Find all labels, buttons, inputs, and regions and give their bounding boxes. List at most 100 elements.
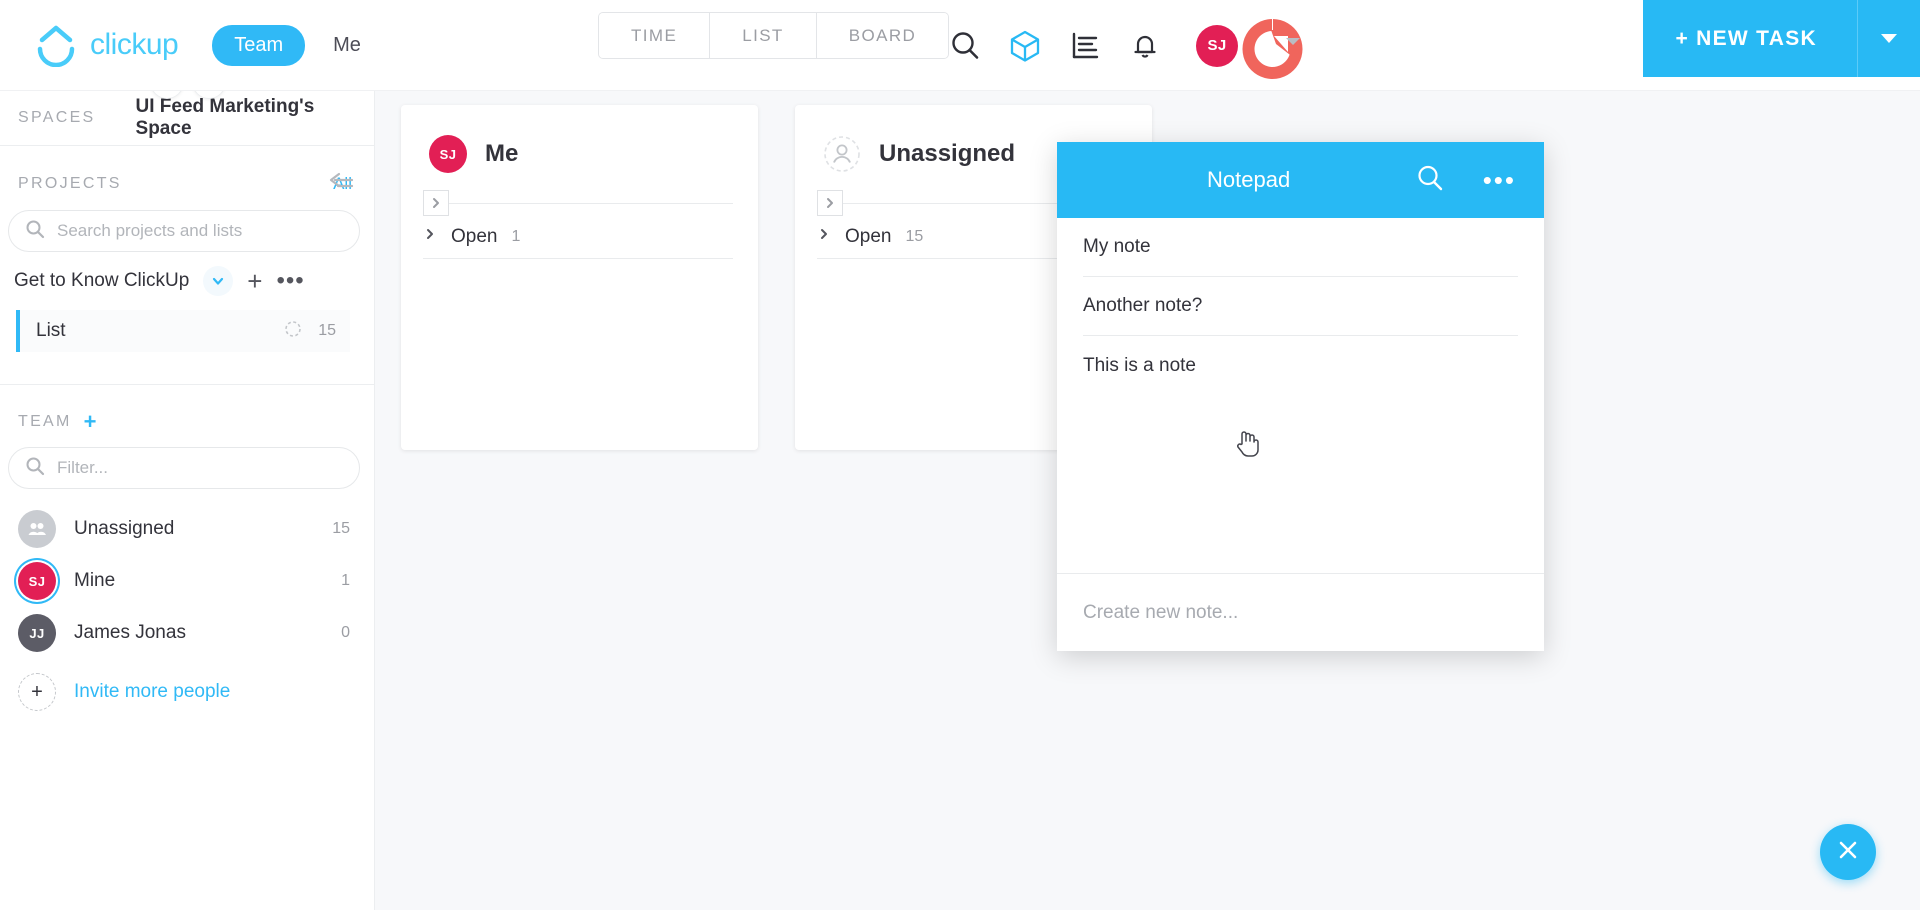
column-collapse-button[interactable] [817, 190, 843, 216]
notepad-header: Notepad ••• [1057, 142, 1544, 218]
group-name: Open [845, 225, 892, 247]
avatar: SJ [18, 562, 56, 600]
list-item[interactable]: Unassigned 15 [0, 503, 374, 555]
clickup-logo-icon [34, 23, 78, 68]
list-task-count: 15 [318, 322, 336, 339]
coral-brand-icon [1238, 14, 1308, 84]
team-filter-box[interactable] [8, 447, 360, 489]
member-name: Mine [74, 570, 116, 591]
notepad-note-list: My note Another note? This is a note [1057, 218, 1544, 573]
list-item[interactable]: My note [1083, 218, 1518, 277]
search-projects-input[interactable] [57, 221, 343, 241]
tab-list[interactable]: LIST [710, 13, 817, 58]
projects-header: PROJECTS All [0, 146, 374, 204]
list-item[interactable]: Another note? [1083, 277, 1518, 336]
chevron-down-icon[interactable] [1286, 38, 1300, 45]
new-task-button[interactable]: + NEW TASK [1643, 0, 1858, 77]
member-task-count: 0 [341, 624, 350, 641]
member-identity: SJ Mine [18, 562, 115, 600]
list-row-meta: 15 [284, 320, 336, 343]
column-divider [423, 203, 733, 204]
member-identity: Unassigned [18, 510, 174, 548]
column-title: Unassigned [879, 140, 1016, 167]
group-count: 15 [905, 227, 924, 245]
column-header: SJ Me [401, 105, 758, 173]
team-member-list: Unassigned 15 SJ Mine 1 JJ James Jonas 0 [0, 503, 374, 725]
top-icon-group [935, 0, 1235, 91]
bell-icon[interactable] [1115, 16, 1175, 76]
status-ring-icon [284, 320, 302, 343]
member-name: Unassigned [74, 518, 175, 539]
toggle-me[interactable]: Me [311, 25, 383, 66]
group-count: 1 [511, 227, 521, 245]
notepad-panel: Notepad ••• My note Another note? This i… [1057, 142, 1544, 651]
project-row-get-to-know-clickup[interactable]: Get to Know ClickUp + ••• [0, 252, 374, 304]
list-item[interactable]: SJ Mine 1 [0, 555, 374, 607]
group-icon [18, 510, 56, 548]
avatar: SJ [429, 135, 467, 173]
projects-label: PROJECTS [18, 175, 122, 192]
member-identity: JJ James Jonas [18, 614, 186, 652]
search-projects-box[interactable] [8, 210, 360, 252]
team-header: TEAM + [0, 385, 374, 433]
spaces-label: SPACES [18, 109, 96, 126]
create-note-input[interactable] [1083, 601, 1518, 624]
group-name: Open [451, 225, 498, 247]
view-tabs: TIME LIST BOARD [598, 12, 950, 59]
tab-time[interactable]: TIME [599, 13, 711, 58]
new-task-dropdown-button[interactable] [1858, 0, 1920, 77]
list-item[interactable]: This is a note [1083, 336, 1518, 395]
search-icon[interactable] [935, 16, 995, 76]
avatar[interactable]: SJ [1196, 24, 1238, 67]
current-space-name[interactable]: UI Feed Marketing's Space [136, 96, 356, 140]
add-team-member-icon[interactable]: + [84, 411, 97, 433]
tab-board[interactable]: BOARD [816, 13, 949, 58]
new-task-group: + NEW TASK [1643, 0, 1920, 77]
team-me-toggle: Team Me [212, 24, 383, 66]
notepad-title: Notepad [1207, 167, 1291, 192]
user-menu[interactable]: SJ [1196, 0, 1303, 91]
task-group-open[interactable]: Open 1 [423, 215, 733, 259]
list-item[interactable]: JJ James Jonas 0 [0, 607, 374, 659]
project-name: Get to Know ClickUp [14, 270, 190, 291]
search-icon [25, 219, 45, 244]
invite-label: Invite more people [74, 681, 231, 702]
search-icon [25, 456, 45, 481]
member-task-count: 1 [341, 572, 350, 589]
chevron-right-icon [423, 227, 437, 246]
app-root: clickup Team Me TIME LIST BOARD SJ + NEW… [0, 0, 1920, 910]
chevron-right-icon [817, 227, 831, 246]
sidebar: ★ ⚡ SPACES UI Feed Marketing's Space PRO… [0, 65, 375, 910]
close-notepad-fab[interactable] [1820, 824, 1876, 880]
top-navigation-bar: clickup Team Me TIME LIST BOARD SJ + NEW… [0, 0, 1920, 91]
invite-more-people-button[interactable]: + Invite more people [0, 659, 374, 725]
column-collapse-button[interactable] [423, 190, 449, 216]
list-name: List [36, 320, 66, 341]
project-more-icon[interactable]: ••• [276, 269, 304, 293]
spaces-header: SPACES UI Feed Marketing's Space [0, 91, 374, 146]
more-horizontal-icon[interactable]: ••• [1483, 167, 1516, 193]
notepad-header-actions: ••• [1415, 163, 1516, 198]
add-project-icon[interactable]: + [247, 268, 262, 294]
bar-chart-icon[interactable] [1055, 16, 1115, 76]
board-column-me: SJ Me Open 1 [401, 105, 758, 450]
clickup-logo-text: clickup [90, 28, 179, 61]
collapse-sidebar-icon[interactable] [326, 171, 356, 198]
chevron-down-icon [1881, 34, 1897, 43]
chevron-down-icon[interactable] [203, 266, 234, 296]
close-icon [1836, 838, 1860, 867]
column-title: Me [485, 140, 519, 167]
cube-icon[interactable] [995, 16, 1055, 76]
avatar: JJ [18, 614, 56, 652]
team-filter-input[interactable] [57, 458, 343, 478]
plus-icon: + [18, 673, 56, 711]
team-label: TEAM [18, 413, 72, 430]
sidebar-item-list[interactable]: List 15 [16, 310, 350, 352]
member-name: James Jonas [74, 622, 186, 643]
clickup-logo[interactable]: clickup [34, 23, 179, 68]
member-task-count: 15 [332, 520, 350, 537]
notepad-create-note-row[interactable] [1057, 573, 1544, 651]
search-icon[interactable] [1415, 163, 1445, 198]
person-outline-icon [823, 135, 861, 173]
toggle-team[interactable]: Team [212, 24, 306, 66]
